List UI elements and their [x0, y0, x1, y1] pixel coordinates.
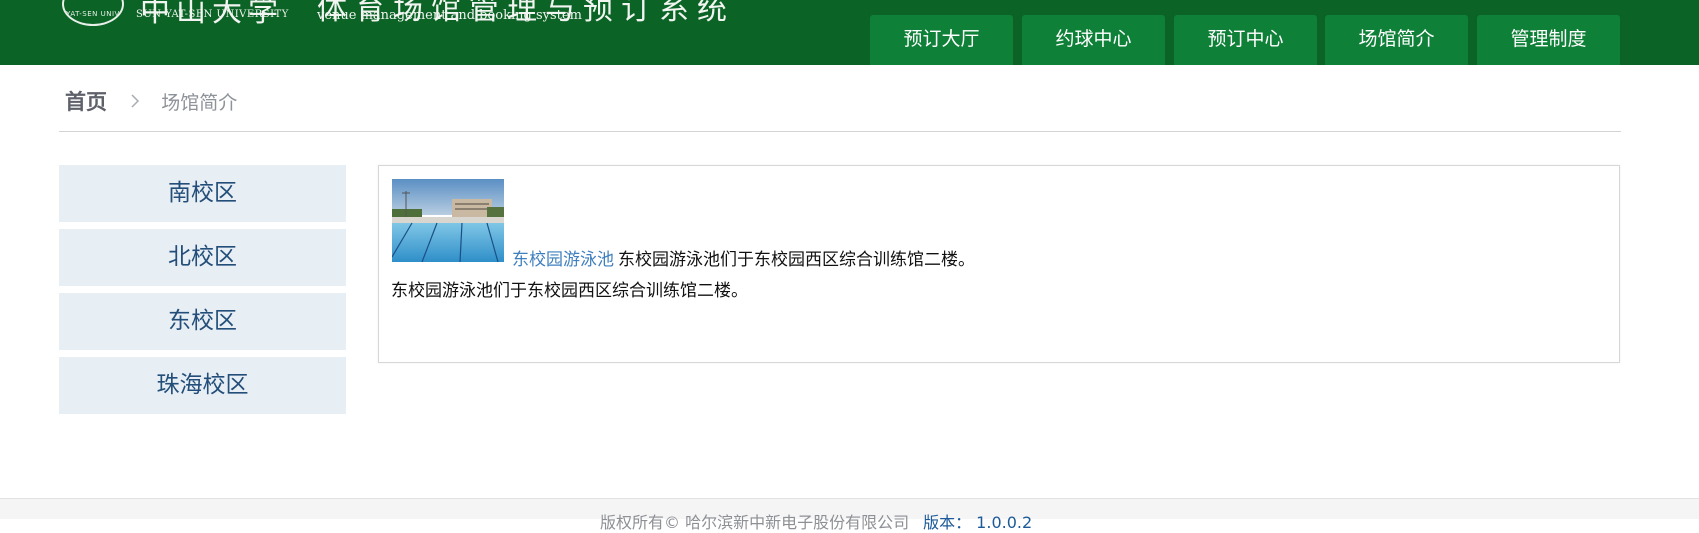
swimming-pool-thumbnail[interactable]	[392, 179, 504, 262]
venue-description: 东校园游泳池们于东校园西区综合训练馆二楼。	[391, 281, 748, 301]
university-name-en: SUN YAT-SEN UNIVERSITY	[136, 9, 289, 20]
system-title-en: venue management and booking system	[317, 8, 582, 23]
chevron-right-icon	[130, 92, 140, 113]
nav-venue-intro[interactable]: 场馆简介	[1325, 15, 1468, 65]
nav-booking-center[interactable]: 预订中心	[1174, 15, 1317, 65]
university-seal-logo: YAT-SEN UNIV	[62, 0, 124, 26]
breadcrumb-divider	[59, 131, 1621, 132]
nav-booking-hall[interactable]: 预订大厅	[870, 15, 1013, 65]
footer-text: 版权所有© 哈尔滨新中新电子股份有限公司 版本： 1.0.0.2	[600, 509, 1032, 533]
seal-text: YAT-SEN UNIV	[66, 10, 120, 18]
venue-summary-line: 东校园游泳池 东校园游泳池们于东校园西区综合训练馆二楼。	[512, 245, 975, 270]
venue-name-link[interactable]: 东校园游泳池	[512, 250, 614, 270]
sidebar-item-north-campus[interactable]: 北校区	[59, 229, 346, 286]
site-footer: 版权所有© 哈尔滨新中新电子股份有限公司 版本： 1.0.0.2	[0, 498, 1699, 532]
venue-intro-panel: 东校园游泳池 东校园游泳池们于东校园西区综合训练馆二楼。 东校园游泳池们于东校园西…	[378, 165, 1620, 363]
site-header: YAT-SEN UNIV 中山大学 SUN YAT-SEN UNIVERSITY…	[0, 0, 1699, 65]
sidebar-item-east-campus[interactable]: 东校区	[59, 293, 346, 350]
footer-version: 版本： 1.0.0.2	[923, 513, 1033, 532]
breadcrumb-current: 场馆简介	[161, 92, 238, 114]
breadcrumb-home-link[interactable]: 首页	[65, 90, 107, 114]
footer-copyright: 版权所有© 哈尔滨新中新电子股份有限公司	[600, 513, 910, 532]
sidebar-item-south-campus[interactable]: 南校区	[59, 165, 346, 222]
venue-summary: 东校园游泳池们于东校园西区综合训练馆二楼。	[618, 250, 975, 270]
nav-management-rules[interactable]: 管理制度	[1477, 15, 1620, 65]
breadcrumb: 首页 场馆简介	[65, 86, 237, 118]
nav-match-center[interactable]: 约球中心	[1022, 15, 1165, 65]
sidebar-item-zhuhai-campus[interactable]: 珠海校区	[59, 357, 346, 414]
